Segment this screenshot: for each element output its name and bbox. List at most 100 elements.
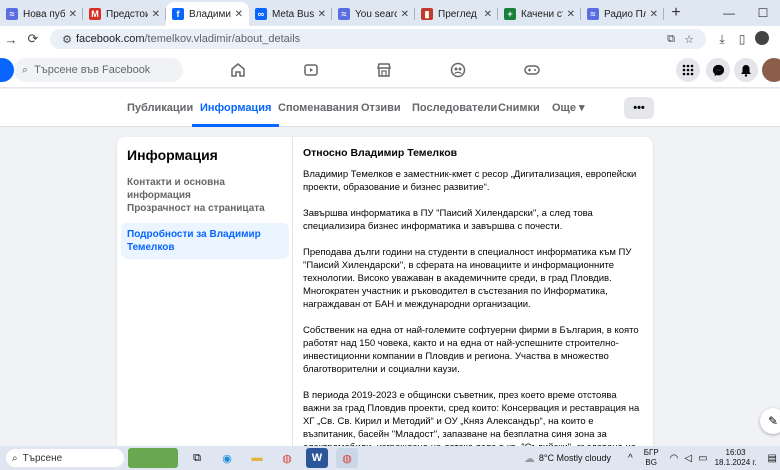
notification-icon[interactable]: ▤ [768, 453, 777, 464]
address-bar[interactable]: ⚙ facebook.com/temelkov.vladimir/about_d… [50, 29, 706, 49]
about-heading: Информация [127, 147, 218, 163]
browser-tab-strip: ≈ Нова публи ✕ M Предстои ср ✕ f Владимир Т ✕ ∞ Me… [0, 0, 780, 26]
tab-title: Предстои ср [106, 8, 148, 20]
taskbar-search-label: Търсене [22, 452, 63, 464]
tab-favicon-icon: f [172, 8, 184, 20]
lang-bottom: BG [645, 458, 657, 467]
word-icon[interactable]: W [306, 448, 328, 468]
profile-tab[interactable]: Публикации [127, 89, 193, 127]
about-menu-item[interactable]: Подробности за Владимир Темелков [121, 223, 289, 259]
tab-close-icon[interactable]: ✕ [69, 9, 77, 20]
browser-tab[interactable]: + Качени стат ✕ [498, 2, 581, 26]
tab-title: Преглед [438, 8, 477, 20]
facebook-search-input[interactable]: ⌕ Търсене във Facebook [14, 58, 183, 82]
system-tray: ☁ 8°C Mostly cloudy ^ БГР BG ◠ ◁ ▭ 16:03… [524, 446, 780, 470]
browser-tab[interactable]: ▮ Преглед ✕ [415, 2, 498, 26]
browser-tab[interactable]: ≈ You searche ✕ [332, 2, 415, 26]
tab-close-icon[interactable]: ✕ [567, 9, 575, 20]
chevron-up-icon[interactable]: ^ [628, 453, 633, 464]
about-details: Относно Владимир Темелков Владимир Темел… [303, 147, 643, 457]
file-explorer-icon[interactable]: ▬ [246, 448, 268, 468]
speaker-icon[interactable]: ◁ [684, 453, 692, 464]
tab-title: Качени стат [521, 8, 563, 20]
profile-tab[interactable]: Последователи [412, 89, 497, 127]
taskbar-search[interactable]: ⌕ Търсене [6, 449, 124, 467]
tab-favicon-icon: ≈ [338, 8, 350, 20]
task-view-icon[interactable]: ⧉ [186, 448, 208, 468]
groups-icon[interactable] [438, 52, 478, 88]
profile-tab[interactable]: Споменавания [278, 89, 359, 127]
browser-tab[interactable]: ≈ Радио Плов ✕ [581, 2, 664, 26]
search-placeholder: Търсене във Facebook [34, 64, 151, 76]
battery-icon[interactable]: ▭ [698, 453, 707, 464]
chrome-profile-icon[interactable]: ◍ [336, 448, 358, 468]
tab-close-icon[interactable]: ✕ [235, 9, 243, 20]
minimize-icon[interactable]: — [712, 0, 746, 26]
tab-close-icon[interactable]: ✕ [401, 9, 409, 20]
tab-close-icon[interactable]: ✕ [650, 9, 658, 20]
compose-message-icon[interactable]: ✎ [760, 408, 780, 434]
weather-widget[interactable]: ☁ 8°C Mostly cloudy [524, 452, 611, 465]
tab-close-icon[interactable]: ✕ [152, 9, 160, 20]
tab-close-icon[interactable]: ✕ [484, 9, 492, 20]
browser-toolbar: → ⟳ ⚙ facebook.com/temelkov.vladimir/abo… [0, 26, 780, 52]
menu-grid-icon[interactable] [676, 58, 700, 82]
browser-tab[interactable]: ∞ Meta Busine ✕ [249, 2, 332, 26]
search-icon: ⌕ [22, 63, 29, 76]
profile-tab[interactable]: Още ▾ [552, 89, 585, 127]
messenger-icon[interactable] [706, 58, 730, 82]
browser-tab[interactable]: ≈ Нова публи ✕ [0, 2, 83, 26]
cast-icon[interactable]: ⧉ [662, 33, 680, 46]
tab-favicon-icon: ▮ [421, 8, 433, 20]
edge-browser-icon[interactable]: ◉ [216, 448, 238, 468]
clock[interactable]: 16:03 18.1.2024 г. [715, 448, 757, 468]
tab-title: Радио Плов [604, 8, 646, 20]
about-card: Информация Контакти и основна информация… [117, 137, 653, 457]
facebook-top-bar: ⌕ Търсене във Facebook [0, 52, 780, 88]
profile-tab[interactable]: Снимки [498, 89, 540, 127]
chrome-icon[interactable]: ◍ [276, 448, 298, 468]
tab-favicon-icon: ≈ [587, 8, 599, 20]
lang-top: БГР [643, 448, 659, 457]
new-tab-button[interactable]: + [664, 2, 688, 26]
taskbar-widget-image[interactable] [128, 448, 178, 468]
tab-title: You searche [355, 8, 397, 20]
profile-tab[interactable]: Информация [191, 89, 280, 127]
tab-close-icon[interactable]: ✕ [318, 9, 326, 20]
tab-favicon-icon: + [504, 8, 516, 20]
about-menu-item[interactable]: Прозрачност на страницата [121, 197, 289, 220]
back-arrow-icon[interactable]: → [0, 32, 22, 47]
weather-text: 8°C Mostly cloudy [538, 453, 612, 463]
browser-tab[interactable]: f Владимир Т ✕ [166, 2, 249, 26]
notifications-bell-icon[interactable] [734, 58, 758, 82]
profile-tab[interactable]: Отзиви [361, 89, 401, 127]
home-icon[interactable] [218, 52, 258, 88]
browser-tab[interactable]: M Предстои ср ✕ [83, 2, 166, 26]
more-options-button[interactable]: ••• [624, 97, 654, 119]
cloud-icon: ☁ [523, 452, 535, 465]
clock-date: 18.1.2024 г. [714, 458, 757, 467]
user-avatar[interactable] [762, 58, 780, 82]
video-icon[interactable] [291, 52, 331, 88]
download-icon[interactable]: ⤓ [712, 32, 732, 47]
about-paragraph: Завършва информатика в ПУ "Паисий Хиленд… [303, 208, 593, 232]
bookmark-star-icon[interactable]: ☆ [680, 33, 698, 46]
gaming-icon[interactable] [512, 52, 552, 88]
maximize-icon[interactable]: ☐ [746, 0, 780, 26]
tab-title: Нова публи [23, 8, 65, 20]
profile-icon[interactable] [752, 30, 772, 48]
reload-icon[interactable]: ⟳ [22, 31, 44, 47]
input-language[interactable]: БГР BG [644, 448, 659, 468]
facebook-logo-icon[interactable] [0, 58, 14, 82]
details-title: Относно Владимир Темелков [303, 147, 458, 159]
about-paragraph: Преподава дълги години на студенти в спе… [303, 247, 632, 310]
tab-favicon-icon: M [89, 8, 101, 20]
url-text: facebook.com/temelkov.vladimir/about_det… [76, 33, 301, 45]
wifi-icon[interactable]: ◠ [670, 453, 679, 464]
tab-favicon-icon: ∞ [255, 8, 267, 20]
clock-time: 16:03 [725, 448, 746, 457]
site-info-icon[interactable]: ⚙ [58, 33, 76, 46]
side-panel-icon[interactable]: ▯ [732, 32, 752, 46]
tab-favicon-icon: ≈ [6, 8, 18, 20]
marketplace-icon[interactable] [364, 52, 404, 88]
